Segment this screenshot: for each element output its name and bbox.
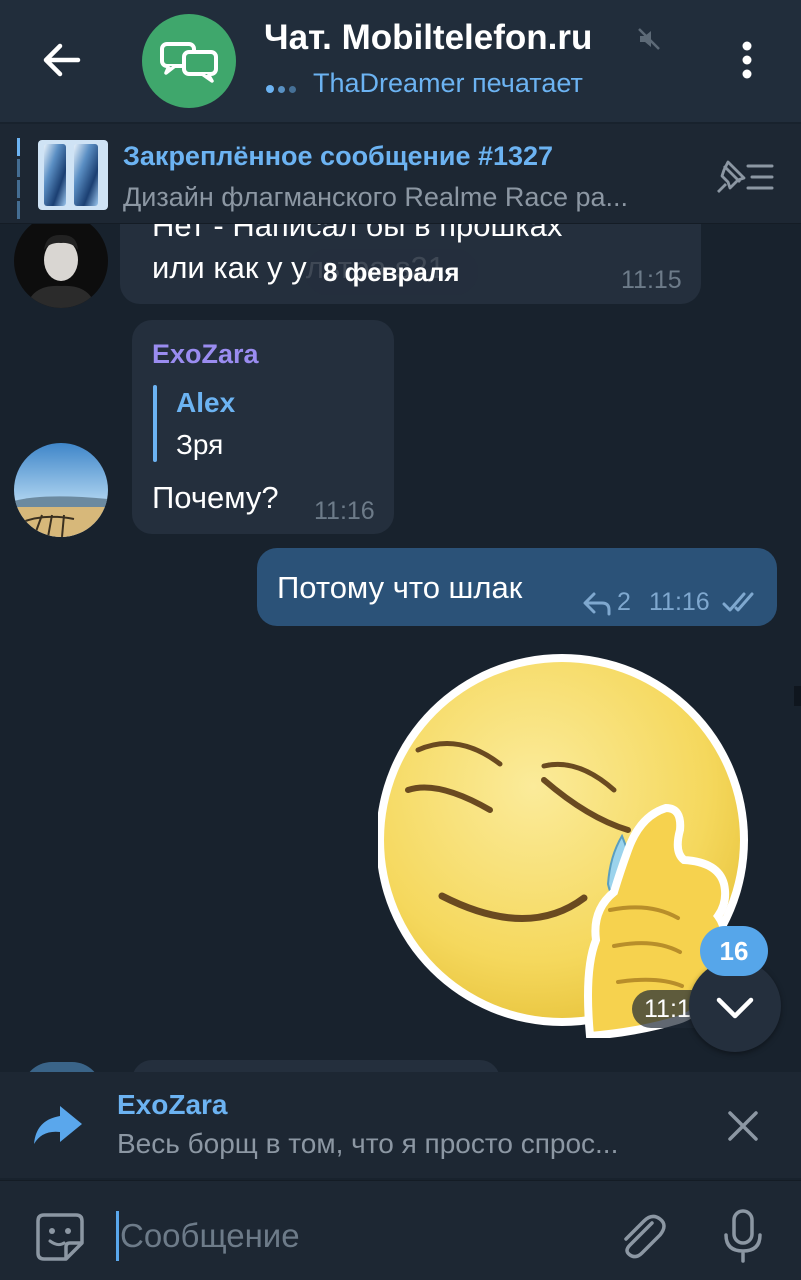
attach-button[interactable] <box>616 1209 668 1263</box>
reply-arrow-icon <box>30 1102 86 1148</box>
message-time: 11:16 <box>314 497 375 525</box>
chat-bubbles-icon <box>160 42 218 83</box>
unread-count-badge[interactable]: 16 <box>700 926 768 976</box>
message-composer <box>0 1180 801 1280</box>
voice-message-button[interactable] <box>718 1207 768 1265</box>
typing-indicator-icon <box>266 80 300 98</box>
muted-icon <box>636 26 662 52</box>
reply-panel-text[interactable]: Весь борщ в том, что я просто спрос... <box>117 1128 677 1160</box>
chat-title[interactable]: Чат. Mobiltelefon.ru <box>264 18 592 58</box>
sticker-smile-icon <box>36 1213 84 1261</box>
paperclip-icon <box>624 1214 666 1259</box>
emoji-button[interactable] <box>34 1211 86 1263</box>
reply-quote-bar <box>153 385 157 462</box>
arrow-left-icon <box>43 43 81 77</box>
pinned-list-button[interactable] <box>714 158 776 196</box>
reply-quote-name[interactable]: Alex <box>176 387 235 419</box>
reply-quote-text[interactable]: Зря <box>176 429 223 461</box>
pinned-thumbnail <box>38 140 108 210</box>
cancel-reply-button[interactable] <box>722 1105 764 1147</box>
reply-count[interactable]: 2 <box>617 588 631 617</box>
reply-panel: ExoZara Весь борщ в том, что я просто сп… <box>0 1072 801 1178</box>
pinned-indicator <box>17 138 20 219</box>
chat-status: ThaDreamer печатает <box>313 68 583 98</box>
reply-count-icon <box>582 590 612 616</box>
sender-name[interactable]: ExoZara <box>152 339 259 370</box>
double-check-icon <box>722 590 762 614</box>
date-separator: 8 февраля <box>305 249 478 295</box>
more-vertical-icon <box>742 41 752 79</box>
microphone-icon <box>724 1209 762 1263</box>
reply-panel-name[interactable]: ExoZara <box>117 1089 228 1121</box>
message-text: Потому что шлак <box>277 570 523 605</box>
chat-header: Чат. Mobiltelefon.ru ThaDreamer печатает <box>0 0 801 122</box>
message-text: Почему? <box>152 480 279 515</box>
pinned-text: Дизайн флагманского Realme Race ра... <box>123 182 628 212</box>
avatar[interactable] <box>14 214 108 308</box>
scrollbar[interactable] <box>794 686 801 706</box>
message-input[interactable] <box>116 1209 586 1263</box>
message-time: 11:16 <box>649 588 710 616</box>
chat-avatar[interactable] <box>142 14 236 108</box>
more-menu-button[interactable] <box>732 38 762 82</box>
message-time: 11:15 <box>621 266 682 294</box>
close-icon <box>728 1111 758 1141</box>
pinned-message-bar[interactable]: Закреплённое сообщение #1327 Дизайн флаг… <box>0 124 801 224</box>
back-button[interactable] <box>38 36 86 84</box>
avatar[interactable] <box>14 443 108 537</box>
pinned-title: Закреплённое сообщение #1327 <box>123 141 554 171</box>
pin-list-icon <box>717 160 774 193</box>
